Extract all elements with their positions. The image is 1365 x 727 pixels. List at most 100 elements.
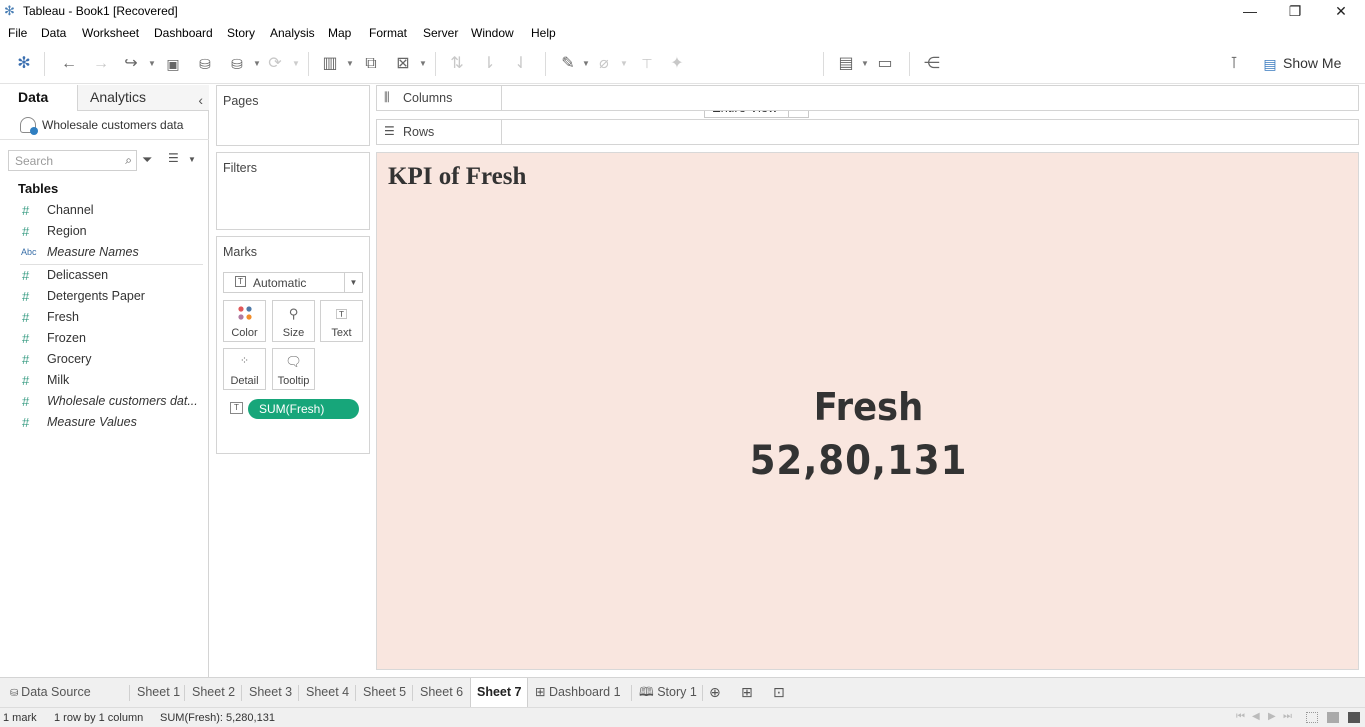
new-worksheet-icon[interactable]: ▥ bbox=[319, 53, 341, 75]
restore-button[interactable]: ❐ bbox=[1272, 0, 1318, 24]
new-worksheet-icon[interactable]: ⊕ bbox=[709, 684, 721, 701]
datasource-item[interactable]: Wholesale customers data bbox=[0, 112, 209, 140]
sum-fresh-pill[interactable]: SUM(Fresh) bbox=[248, 399, 359, 419]
color-button[interactable]: Color bbox=[223, 300, 266, 342]
menu-worksheet[interactable]: Worksheet bbox=[82, 26, 139, 40]
previous-sheet-icon[interactable]: ◀ bbox=[1252, 711, 1260, 722]
new-dashboard-icon[interactable]: ⊞ bbox=[741, 684, 753, 701]
sort-ascending-icon[interactable]: ⇂ bbox=[478, 53, 500, 75]
chevron-down-icon[interactable]: ▼ bbox=[344, 273, 362, 292]
menu-map[interactable]: Map bbox=[328, 26, 351, 40]
detail-button[interactable]: ⁘ Detail bbox=[223, 348, 266, 390]
field-item[interactable]: # Wholesale customers dat... bbox=[0, 392, 209, 413]
mark-type-select[interactable]: T Automatic ▼ bbox=[223, 272, 363, 293]
close-button[interactable]: ✕ bbox=[1318, 0, 1364, 24]
show-me-icon[interactable]: ▤ bbox=[1259, 53, 1281, 75]
field-item[interactable]: # Region bbox=[0, 222, 209, 243]
tab-sheet-1[interactable]: Sheet 1 bbox=[131, 678, 186, 707]
size-button[interactable]: ⚲ Size bbox=[272, 300, 315, 342]
field-item[interactable]: # Milk bbox=[0, 371, 209, 392]
filter-icon[interactable]: ⏷ bbox=[142, 152, 152, 168]
menu-dashboard[interactable]: Dashboard bbox=[154, 26, 213, 40]
field-item[interactable]: # Delicassen bbox=[0, 266, 209, 287]
tab-data-source[interactable]: ⛁ Data Source bbox=[4, 678, 97, 707]
new-worksheet-caret-icon[interactable]: ▼ bbox=[346, 59, 354, 68]
format-painter-icon[interactable]: ⊺ bbox=[1223, 53, 1245, 75]
rows-shelf[interactable]: ☰ Rows bbox=[376, 119, 1359, 145]
tab-sheet-6[interactable]: Sheet 6 bbox=[414, 678, 469, 707]
viz-canvas[interactable]: KPI of Fresh Fresh 52,80,131 bbox=[376, 152, 1359, 670]
highlight-icon[interactable]: ✎ bbox=[557, 53, 579, 75]
tab-sheet-5[interactable]: Sheet 5 bbox=[357, 678, 412, 707]
tab-sheet-2[interactable]: Sheet 2 bbox=[186, 678, 241, 707]
refresh-caret-icon[interactable]: ▼ bbox=[292, 59, 300, 68]
tab-sheet-4[interactable]: Sheet 4 bbox=[300, 678, 355, 707]
pause-caret-icon[interactable]: ▼ bbox=[253, 59, 261, 68]
clear-caret-icon[interactable]: ▼ bbox=[419, 59, 427, 68]
collapse-pane-icon[interactable]: ‹ bbox=[198, 88, 203, 112]
menu-server[interactable]: Server bbox=[423, 26, 458, 40]
menu-file[interactable]: File bbox=[8, 26, 27, 40]
tab-view-icon[interactable] bbox=[1327, 712, 1339, 723]
tab-story-1[interactable]: 🕮 Story 1 bbox=[633, 678, 703, 707]
group-icon[interactable]: ⌀ bbox=[593, 53, 615, 75]
new-story-icon[interactable]: ⊡ bbox=[773, 684, 785, 701]
share-icon[interactable]: ⋲ bbox=[921, 53, 943, 75]
last-sheet-icon[interactable]: ⏭ bbox=[1283, 711, 1292, 722]
refresh-icon[interactable]: ⟳ bbox=[264, 53, 286, 75]
menu-window[interactable]: Window bbox=[471, 26, 514, 40]
tab-sheet-3[interactable]: Sheet 3 bbox=[243, 678, 298, 707]
show-cards-caret-icon[interactable]: ▼ bbox=[861, 59, 869, 68]
list-view-icon[interactable]: ☰ bbox=[168, 151, 179, 165]
tab-dashboard-1-label: Dashboard 1 bbox=[548, 685, 621, 699]
field-item[interactable]: # Measure Values bbox=[0, 413, 209, 434]
search-input[interactable] bbox=[9, 151, 114, 170]
presentation-mode-icon[interactable]: ▭ bbox=[874, 53, 896, 75]
replay-icon[interactable]: ↪ bbox=[120, 53, 142, 75]
labels-icon[interactable]: ⊤ bbox=[636, 53, 658, 75]
first-sheet-icon[interactable]: ⏮ bbox=[1236, 711, 1245, 722]
duplicate-sheet-icon[interactable]: ⧉ bbox=[360, 53, 382, 75]
tooltip-button[interactable]: 🗨 Tooltip bbox=[272, 348, 315, 390]
columns-shelf[interactable]: ⫼ Columns bbox=[376, 85, 1359, 111]
menu-help[interactable]: Help bbox=[531, 26, 556, 40]
chevron-down-icon[interactable]: ▼ bbox=[188, 155, 196, 164]
highlight-caret-icon[interactable]: ▼ bbox=[582, 59, 590, 68]
field-item[interactable]: # Channel bbox=[0, 201, 209, 222]
field-item[interactable]: # Frozen bbox=[0, 329, 209, 350]
new-datasource-icon[interactable]: ⛁ bbox=[194, 53, 216, 75]
show-me-button[interactable]: Show Me bbox=[1283, 55, 1341, 71]
tab-data[interactable]: Data bbox=[0, 85, 78, 111]
field-item[interactable]: # Fresh bbox=[0, 308, 209, 329]
swap-icon[interactable]: ⇅ bbox=[446, 53, 468, 75]
field-item[interactable]: # Detergents Paper bbox=[0, 287, 209, 308]
tableau-start-icon[interactable]: ✻ bbox=[13, 53, 35, 75]
show-cards-icon[interactable]: ▤ bbox=[835, 53, 857, 75]
replay-caret-icon[interactable]: ▼ bbox=[148, 59, 156, 68]
clear-sheet-icon[interactable]: ⊠ bbox=[392, 53, 414, 75]
tab-sheet-7[interactable]: Sheet 7 bbox=[470, 678, 529, 707]
menu-analysis[interactable]: Analysis bbox=[270, 26, 315, 40]
menu-story[interactable]: Story bbox=[227, 26, 255, 40]
menu-format[interactable]: Format bbox=[369, 26, 407, 40]
group-caret-icon[interactable]: ▼ bbox=[620, 59, 628, 68]
tab-dashboard-1[interactable]: ⊞ Dashboard 1 bbox=[529, 678, 627, 707]
filters-card[interactable]: Filters bbox=[216, 152, 370, 230]
filmstrip-view-icon[interactable] bbox=[1306, 712, 1318, 723]
undo-icon[interactable]: ← bbox=[58, 53, 80, 75]
text-button[interactable]: 🅃 Text bbox=[320, 300, 363, 342]
save-icon[interactable]: ▣ bbox=[162, 53, 184, 75]
menu-data[interactable]: Data bbox=[41, 26, 66, 40]
pages-card[interactable]: Pages bbox=[216, 85, 370, 146]
field-search[interactable]: ⌕ bbox=[8, 150, 137, 171]
field-item[interactable]: Abc Measure Names bbox=[0, 243, 209, 264]
sort-descending-icon[interactable]: ⇃ bbox=[510, 53, 532, 75]
field-item[interactable]: # Grocery bbox=[0, 350, 209, 371]
pause-updates-icon[interactable]: ⛁ bbox=[226, 53, 248, 75]
pin-icon[interactable]: ✦ bbox=[666, 53, 688, 75]
redo-icon[interactable]: → bbox=[90, 53, 112, 75]
next-sheet-icon[interactable]: ▶ bbox=[1268, 711, 1276, 722]
minimize-button[interactable]: — bbox=[1227, 0, 1273, 24]
sheet-sorter-icon[interactable] bbox=[1348, 712, 1360, 723]
tab-analytics[interactable]: Analytics ‹ bbox=[78, 85, 209, 111]
